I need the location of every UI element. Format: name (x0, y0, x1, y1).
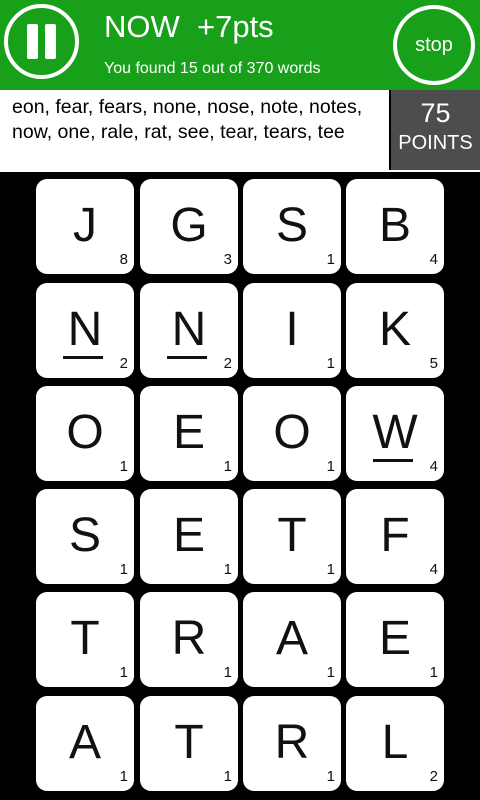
tile-score: 1 (119, 561, 128, 578)
letter-tile[interactable]: J8 (36, 179, 134, 274)
tile-score: 4 (429, 561, 438, 578)
letter-tile[interactable]: S1 (243, 179, 341, 274)
found-words-list: eon, fear, fears, none, nose, note, note… (12, 96, 363, 143)
letter-tile[interactable]: T1 (140, 696, 238, 791)
tile-letter: T (70, 612, 100, 665)
tile-letter: T (174, 716, 204, 769)
letter-underline (63, 356, 103, 359)
tile-score: 1 (326, 664, 335, 681)
tile-letter: G (170, 199, 208, 252)
letter-tile[interactable]: T1 (36, 592, 134, 687)
tile-score: 1 (223, 664, 232, 681)
letter-tile[interactable]: I1 (243, 283, 341, 378)
pause-icon-bar (45, 24, 56, 59)
tile-letter: T (277, 509, 307, 562)
tile-score: 2 (429, 768, 438, 785)
tile-letter: I (285, 303, 299, 356)
letter-tile[interactable]: E1 (346, 592, 444, 687)
tile-score: 2 (223, 355, 232, 372)
points-value: 75 (420, 98, 451, 128)
letter-tile[interactable]: N2 (36, 283, 134, 378)
letter-tile[interactable]: A1 (36, 696, 134, 791)
tile-letter: L (381, 716, 409, 769)
letter-tile[interactable]: T1 (243, 489, 341, 584)
points-panel: 75 POINTS (391, 90, 480, 170)
tile-letter: K (378, 303, 411, 356)
tile-score: 1 (326, 561, 335, 578)
tile-score: 5 (429, 355, 438, 372)
tile-letter: N (171, 303, 207, 356)
tile-letter: R (171, 612, 207, 665)
tile-letter: A (68, 716, 101, 769)
tile-score: 4 (429, 251, 438, 268)
stop-button[interactable]: stop (393, 5, 475, 85)
tile-letter: O (66, 406, 104, 459)
letter-tile[interactable]: O1 (243, 386, 341, 481)
letter-tile[interactable]: A1 (243, 592, 341, 687)
tile-letter: E (378, 612, 411, 665)
pause-button[interactable] (4, 4, 79, 79)
letter-underline (167, 356, 207, 359)
letter-tile[interactable]: O1 (36, 386, 134, 481)
tile-letter: J (73, 199, 97, 252)
letter-tile[interactable]: R1 (140, 592, 238, 687)
letter-tile[interactable]: G3 (140, 179, 238, 274)
letter-tile[interactable]: E1 (140, 386, 238, 481)
points-label: POINTS (398, 132, 473, 154)
tile-score: 1 (326, 355, 335, 372)
letter-tile[interactable]: L2 (346, 696, 444, 791)
tile-score: 3 (223, 251, 232, 268)
found-words-panel: eon, fear, fears, none, nose, note, note… (0, 90, 389, 170)
tile-letter: W (372, 406, 418, 459)
tile-letter: E (172, 509, 205, 562)
tile-score: 8 (119, 251, 128, 268)
letter-tile[interactable]: W4 (346, 386, 444, 481)
game-header: NOW +7pts You found 15 out of 370 words … (0, 0, 480, 90)
tile-letter: O (273, 406, 311, 459)
letter-tile[interactable]: R1 (243, 696, 341, 791)
status-title: NOW +7pts (104, 9, 274, 44)
letter-tile[interactable]: K5 (346, 283, 444, 378)
tile-score: 1 (429, 664, 438, 681)
tile-score: 1 (119, 768, 128, 785)
letter-tile[interactable]: B4 (346, 179, 444, 274)
tile-letter: R (274, 716, 310, 769)
tile-score: 4 (429, 458, 438, 475)
letter-tile[interactable]: F4 (346, 489, 444, 584)
divider (0, 170, 480, 172)
pause-icon (27, 24, 38, 59)
tile-letter: F (380, 509, 410, 562)
tile-score: 1 (326, 251, 335, 268)
tile-score: 1 (223, 561, 232, 578)
tile-letter: S (68, 509, 101, 562)
tile-letter: A (275, 612, 308, 665)
tile-score: 2 (119, 355, 128, 372)
progress-text: You found 15 out of 370 words (104, 60, 321, 77)
letter-tile[interactable]: N2 (140, 283, 238, 378)
tile-score: 1 (223, 768, 232, 785)
letter-tile[interactable]: S1 (36, 489, 134, 584)
tile-score: 1 (119, 664, 128, 681)
tile-score: 1 (119, 458, 128, 475)
tile-score: 1 (326, 768, 335, 785)
letter-underline (373, 459, 413, 462)
tile-letter: E (172, 406, 205, 459)
tile-score: 1 (223, 458, 232, 475)
letter-tile[interactable]: E1 (140, 489, 238, 584)
tile-score: 1 (326, 458, 335, 475)
tile-letter: N (67, 303, 103, 356)
tile-letter: S (275, 199, 308, 252)
tile-letter: B (378, 199, 411, 252)
